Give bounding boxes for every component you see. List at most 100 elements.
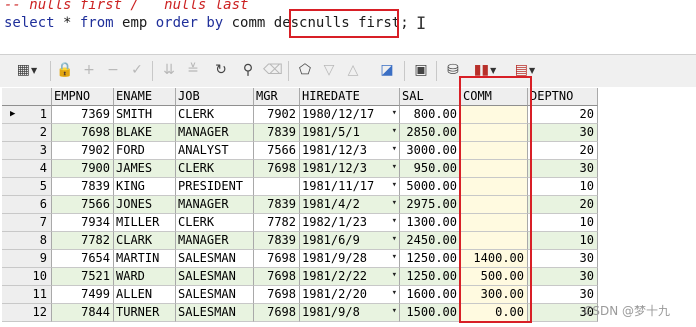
date-dropdown-icon[interactable]: ▾ [392, 214, 397, 230]
cell-hiredate[interactable]: 1981/2/20 ▾ [300, 286, 400, 304]
cell-hiredate[interactable]: 1981/12/3 ▾ [300, 160, 400, 178]
cell-sal[interactable]: 1500.00… [400, 304, 461, 322]
cell-mgr[interactable]: 7698 [254, 268, 300, 286]
cell-job[interactable]: PRESIDENT [176, 178, 254, 196]
column-header-ename[interactable]: ENAME [114, 88, 176, 106]
results-grid[interactable]: EMPNO ENAME JOB MGR HIREDATE SAL COMM DEPTNO 1 73… [0, 87, 696, 327]
date-dropdown-icon[interactable]: ▾ [392, 268, 397, 284]
row-number[interactable]: 10 [2, 268, 52, 286]
cell-sal[interactable]: 2450.00… [400, 232, 461, 250]
cell-sal[interactable]: 1250.00… [400, 268, 461, 286]
row-number[interactable]: 8 [2, 232, 52, 250]
cell-sal[interactable]: 950.00… [400, 160, 461, 178]
cell-ename[interactable]: MILLER [114, 214, 176, 232]
cell-deptno[interactable]: 10 [528, 214, 598, 232]
cell-sal[interactable]: 1300.00… [400, 214, 461, 232]
column-header-deptno[interactable]: DEPTNO [528, 88, 598, 106]
triangle-down-icon[interactable]: ▽ [320, 59, 338, 81]
cell-job[interactable]: MANAGER [176, 124, 254, 142]
cell-sal[interactable]: 1600.00… [400, 286, 461, 304]
cell-sal[interactable]: 2975.00… [400, 196, 461, 214]
filter-clear-icon[interactable]: ≚ [184, 59, 202, 81]
cell-empno[interactable]: 7369 [52, 106, 114, 124]
row-number[interactable]: 5 [2, 178, 52, 196]
cell-deptno[interactable]: 20 [528, 196, 598, 214]
date-dropdown-icon[interactable]: ▾ [392, 304, 397, 320]
row-number[interactable]: 3 [2, 142, 52, 160]
cell-deptno[interactable]: 30 [528, 124, 598, 142]
record-icon[interactable]: ⬠ [296, 59, 314, 81]
row-number[interactable]: 9 [2, 250, 52, 268]
cell-mgr[interactable]: 7839 [254, 232, 300, 250]
cell-ename[interactable]: KING [114, 178, 176, 196]
triangle-up-icon[interactable]: △ [344, 59, 362, 81]
cell-ename[interactable]: MARTIN [114, 250, 176, 268]
cell-mgr[interactable]: 7902 [254, 106, 300, 124]
cell-hiredate[interactable]: 1981/9/8 ▾ [300, 304, 400, 322]
grid-icon[interactable]: ▦ ▼ [10, 59, 44, 81]
date-dropdown-icon[interactable]: ▾ [392, 250, 397, 266]
cell-job[interactable]: MANAGER [176, 232, 254, 250]
cell-hiredate[interactable]: 1981/4/2 ▾ [300, 196, 400, 214]
cell-job[interactable]: SALESMAN [176, 304, 254, 322]
cell-ename[interactable]: SMITH [114, 106, 176, 124]
cell-mgr[interactable]: 7566 [254, 142, 300, 160]
cell-hiredate[interactable]: 1980/12/17 ▾ [300, 106, 400, 124]
cell-ename[interactable]: TURNER [114, 304, 176, 322]
row-number[interactable]: 4 [2, 160, 52, 178]
cell-empno[interactable]: 7566 [52, 196, 114, 214]
cell-deptno[interactable]: 30 [528, 160, 598, 178]
date-dropdown-icon[interactable]: ▾ [392, 286, 397, 302]
cell-empno[interactable]: 7934 [52, 214, 114, 232]
save-icon[interactable]: ▣ [412, 59, 430, 81]
column-header-mgr[interactable]: MGR [254, 88, 300, 106]
cell-sal[interactable]: 3000.00… [400, 142, 461, 160]
cell-empno[interactable]: 7844 [52, 304, 114, 322]
row-number[interactable]: 12 [2, 304, 52, 322]
cell-job[interactable]: SALESMAN [176, 250, 254, 268]
cell-sal[interactable]: 5000.00… [400, 178, 461, 196]
cell-deptno[interactable]: 20 [528, 142, 598, 160]
cell-empno[interactable]: 7902 [52, 142, 114, 160]
minus-icon[interactable]: − [104, 59, 122, 81]
cell-hiredate[interactable]: 1981/2/22 ▾ [300, 268, 400, 286]
check-icon[interactable]: ✓ [128, 59, 146, 81]
cell-job[interactable]: SALESMAN [176, 286, 254, 304]
row-number[interactable]: 2 [2, 124, 52, 142]
cell-hiredate[interactable]: 1981/5/1 ▾ [300, 124, 400, 142]
cell-mgr[interactable]: 7782 [254, 214, 300, 232]
cell-mgr[interactable]: 7698 [254, 304, 300, 322]
cell-deptno[interactable]: 20 [528, 106, 598, 124]
refresh-icon[interactable]: ↻ [212, 59, 230, 81]
cell-ename[interactable]: FORD [114, 142, 176, 160]
column-header-job[interactable]: JOB [176, 88, 254, 106]
find-icon[interactable]: ⚲ [236, 59, 260, 81]
cell-empno[interactable]: 7900 [52, 160, 114, 178]
date-dropdown-icon[interactable]: ▾ [392, 124, 397, 140]
date-dropdown-icon[interactable]: ▾ [392, 142, 397, 158]
cell-job[interactable]: CLERK [176, 160, 254, 178]
cell-sal[interactable]: 2850.00… [400, 124, 461, 142]
date-dropdown-icon[interactable]: ▾ [392, 232, 397, 248]
cell-hiredate[interactable]: 1981/12/3 ▾ [300, 142, 400, 160]
cell-empno[interactable]: 7698 [52, 124, 114, 142]
date-dropdown-icon[interactable]: ▾ [392, 160, 397, 176]
sql-editor[interactable]: -- nulls first / nulls last select * fro… [0, 0, 696, 48]
chart-icon[interactable]: ◪ [376, 59, 398, 81]
filter-down-icon[interactable]: ⇊ [160, 59, 178, 81]
cell-job[interactable]: SALESMAN [176, 268, 254, 286]
cell-ename[interactable]: JAMES [114, 160, 176, 178]
date-dropdown-icon[interactable]: ▾ [392, 178, 397, 194]
cell-ename[interactable]: CLARK [114, 232, 176, 250]
cell-deptno[interactable]: 10 [528, 232, 598, 250]
cell-mgr[interactable]: 7698 [254, 160, 300, 178]
cell-ename[interactable]: BLAKE [114, 124, 176, 142]
cell-empno[interactable]: 7654 [52, 250, 114, 268]
cell-empno[interactable]: 7839 [52, 178, 114, 196]
cell-mgr[interactable]: 7839 [254, 124, 300, 142]
cell-mgr[interactable] [254, 178, 300, 196]
cell-hiredate[interactable]: 1981/11/17 ▾ [300, 178, 400, 196]
cell-empno[interactable]: 7499 [52, 286, 114, 304]
column-header-hiredate[interactable]: HIREDATE [300, 88, 400, 106]
cell-sal[interactable]: 800.00… [400, 106, 461, 124]
